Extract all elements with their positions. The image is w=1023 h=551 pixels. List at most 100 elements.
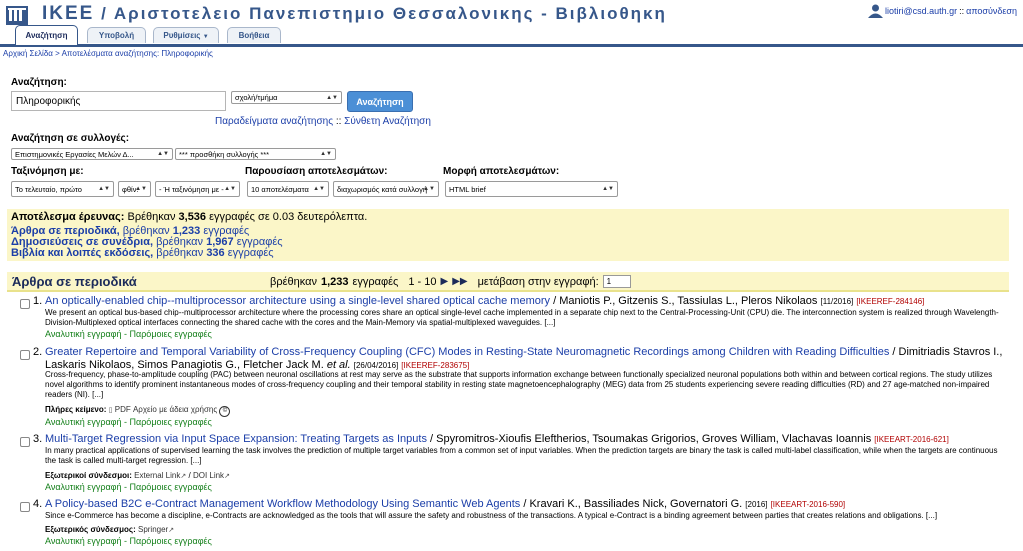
summary-books: Βιβλία και λοιπές εκδόσεις, βρέθηκαν 336… — [11, 247, 274, 259]
select-arrow-icon: ▲▼ — [320, 151, 332, 157]
split-by-collection-select[interactable]: διαχωρισμός κατά συλλογή ▲▼ — [333, 181, 439, 197]
collection-select[interactable]: Επιστημονικές Εργασίες Μελών Δ... ▲▼ — [11, 148, 173, 160]
sort-select-value: Το τελευταίο, πρώτο — [15, 184, 82, 194]
record-date: [26/04/2016] — [353, 361, 399, 370]
pdf-icon: ▯ — [108, 407, 113, 414]
search-links: Παραδείγματα αναζήτησης :: Σύνθετη Αναζή… — [215, 116, 431, 127]
site-title: ΙΚΕΕ / Αριστοτελειο Πανεπιστημιο Θεσσαλο… — [42, 3, 667, 25]
external-link[interactable]: Springer — [138, 525, 168, 534]
add-collection-select[interactable]: *** προσθήκη συλλογής *** ▲▼ — [175, 148, 336, 160]
collections-label: Αναζήτηση σε συλλογές: — [11, 133, 130, 144]
section-header: Άρθρα σε περιοδικά βρέθηκαν 1,233 εγγραφ… — [7, 272, 1009, 292]
search-field-value: σχολή/τμήμα — [235, 93, 278, 102]
external-links-separator: / — [188, 471, 191, 480]
results-count-select[interactable]: 10 αποτελέσματα ▲▼ — [247, 181, 329, 197]
record-title-link[interactable]: A Policy-based B2C e-Contract Management… — [45, 498, 520, 510]
last-page-icon[interactable]: ▶▶ — [452, 276, 467, 287]
record-title-link[interactable]: Multi-Target Regression via Input Space … — [45, 433, 427, 445]
external-link[interactable]: External Link — [134, 471, 180, 480]
record-checkbox[interactable] — [20, 299, 30, 309]
record-checkbox[interactable] — [20, 350, 30, 360]
external-links-label: Εξωτερικοί σύνδεσμοι: — [45, 471, 132, 480]
external-link-icon: ↗ — [168, 527, 175, 534]
summary-total: Αποτέλεσμα έρευνας: Βρέθηκαν 3,536 εγγρα… — [11, 211, 367, 223]
select-arrow-icon: ▲▼ — [157, 151, 169, 157]
tab-settings[interactable]: Ρυθμίσεις ▼ — [153, 27, 219, 43]
fulltext-pdf-link[interactable]: PDF Αρχείο με άδεια χρήσης — [115, 405, 217, 414]
record-abstract: We present an optical bus-based chip--mu… — [45, 308, 999, 327]
search-button[interactable]: Αναζήτηση — [347, 91, 413, 112]
record-authors: / Spyromitros-Xioufis Eleftherios, Tsoum… — [430, 433, 872, 445]
section-pagination: βρέθηκαν 1,233 εγγραφές 1 - 10 ▶ ▶▶ μετά… — [270, 275, 631, 288]
tab-search[interactable]: Αναζήτηση — [15, 25, 78, 45]
record-date: [2016] — [745, 500, 768, 509]
record-checkbox[interactable] — [20, 502, 30, 512]
jump-label: μετάβαση στην εγγραφή: — [477, 275, 599, 288]
site-title-rest: / Αριστοτελειο Πανεπιστημιο Θεσσαλονικης… — [101, 4, 667, 23]
section-found-count: 1,233 — [320, 275, 349, 288]
record-number: 3. — [33, 433, 43, 445]
user-box: liotiri@csd.auth.gr :: αποσύνδεση — [867, 4, 1017, 18]
record: 4. A Policy-based B2C e-Contract Managem… — [20, 498, 1015, 548]
advanced-search-link[interactable]: Σύνθετη Αναζήτηση — [344, 116, 431, 127]
books-count: 336 — [206, 247, 225, 259]
external-link-icon: ↗ — [180, 473, 187, 480]
search-input[interactable]: Πληροφορικής — [11, 91, 226, 111]
next-page-icon[interactable]: ▶ — [440, 276, 448, 287]
user-icon — [867, 4, 883, 18]
record-title-link[interactable]: An optically-enabled chip--multiprocesso… — [45, 295, 550, 307]
record-external-links: Εξωτερικοί σύνδεσμοι: External Link↗ / D… — [45, 471, 230, 480]
display-label: Παρουσίαση αποτελεσμάτων: — [245, 166, 388, 177]
record-title-line: Multi-Target Regression via Input Space … — [45, 433, 1010, 446]
record-detail-links[interactable]: Αναλυτική εγγραφή - Παρόμοιες εγγραφές — [45, 417, 212, 427]
summary-count: 3,536 — [178, 211, 207, 223]
record-checkbox[interactable] — [20, 437, 30, 447]
search-label: Αναζήτηση: — [11, 77, 67, 88]
record-id: [IKEEART-2016-621] — [874, 435, 949, 444]
record-detail-links[interactable]: Αναλυτική εγγραφή - Παρόμοιες εγγραφές — [45, 482, 212, 492]
breadcrumb[interactable]: Αρχική Σελίδα > Αποτελέσματα αναζήτησης:… — [3, 49, 213, 58]
record-detail-links[interactable]: Αναλυτική εγγραφή - Παρόμοιες εγγραφές — [45, 536, 212, 546]
jump-to-record-input[interactable]: 1 — [602, 275, 631, 288]
summary-text-2: εγγραφές σε 0.03 δευτερόλεπτα. — [209, 211, 368, 223]
books-link[interactable]: Βιβλία και λοιπές εκδόσεις, — [11, 247, 153, 259]
record-title-line: An optically-enabled chip--multiprocesso… — [45, 295, 1010, 308]
tab-settings-label: Ρυθμίσεις — [163, 31, 201, 40]
section-range: 1 - 10 — [408, 275, 437, 288]
collection-select-value: Επιστημονικές Εργασίες Μελών Δ... — [15, 149, 134, 159]
format-select[interactable]: HTML brief ▲▼ — [445, 181, 618, 197]
logout-link[interactable]: αποσύνδεση — [966, 6, 1017, 16]
search-field-select[interactable]: σχολή/τμήμα ▲▼ — [231, 91, 342, 104]
search-links-separator: :: — [335, 116, 342, 127]
tab-submit[interactable]: Υποβολή — [87, 27, 146, 43]
secondary-sort-value: - Ή ταξινόμηση με - — [159, 184, 224, 194]
record-authors: / Kravari K., Bassiliades Nick, Governat… — [523, 498, 743, 510]
select-arrow-icon: ▲▼ — [135, 186, 147, 192]
record-title-link[interactable]: Greater Repertoire and Temporal Variabil… — [45, 346, 889, 358]
user-separator: :: — [959, 6, 965, 16]
library-logo-icon — [6, 6, 28, 25]
doi-link[interactable]: DOI Link — [193, 471, 224, 480]
main-tabs: Αναζήτηση Υποβολή Ρυθμίσεις ▼ Βοήθεια — [0, 25, 1023, 47]
format-label: Μορφή αποτελεσμάτων: — [443, 166, 560, 177]
sort-select[interactable]: Το τελευταίο, πρώτο ▲▼ — [11, 181, 114, 197]
results-count-value: 10 αποτελέσματα — [251, 184, 309, 194]
record-title-line: Greater Repertoire and Temporal Variabil… — [45, 346, 1010, 372]
record-id: [IKEEREF-284146] — [856, 297, 925, 306]
add-collection-value: *** προσθήκη συλλογής *** — [179, 149, 270, 159]
record-id: [IKEEREF-283675] — [401, 361, 470, 370]
search-examples-link[interactable]: Παραδείγματα αναζήτησης — [215, 116, 333, 127]
user-email-link[interactable]: liotiri@csd.auth.gr — [885, 6, 957, 16]
chevron-down-icon: ▼ — [202, 34, 209, 40]
record-title-line: A Policy-based B2C e-Contract Management… — [45, 498, 1010, 511]
record-date: [11/2016] — [820, 297, 854, 306]
books-text: βρέθηκαν — [156, 247, 204, 259]
record-detail-links[interactable]: Αναλυτική εγγραφή - Παρόμοιες εγγραφές — [45, 329, 212, 339]
sort-order-select[interactable]: φθίν. ▲▼ — [118, 181, 151, 197]
select-arrow-icon: ▲▼ — [326, 94, 338, 101]
books-text-2: εγγραφές — [227, 247, 274, 259]
record-id: [IKEEART-2016-590] — [770, 500, 846, 509]
record-abstract: Since e-Commerce has become a discipline… — [45, 511, 938, 520]
tab-help[interactable]: Βοήθεια — [227, 27, 281, 43]
secondary-sort-select[interactable]: - Ή ταξινόμηση με - ▲▼ — [155, 181, 240, 197]
